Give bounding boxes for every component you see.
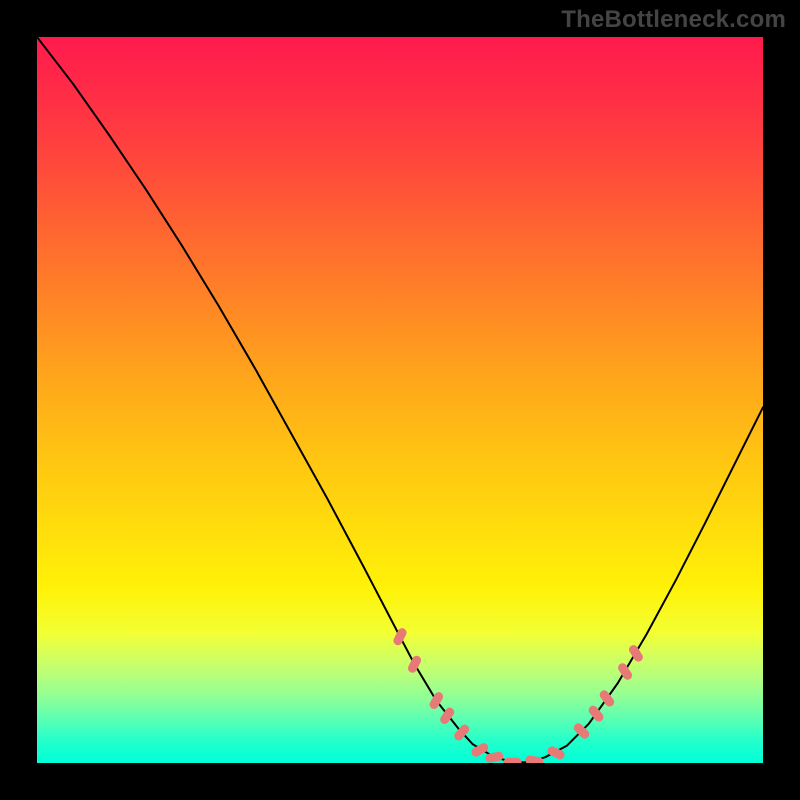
series-curve: [37, 37, 763, 763]
marker-group: [392, 627, 645, 763]
watermark-text: TheBottleneck.com: [561, 6, 786, 34]
plot-area: [37, 37, 763, 763]
chart-stage: TheBottleneck.com: [0, 0, 800, 800]
curve-layer: [37, 37, 763, 763]
marker-pill: [392, 627, 408, 647]
marker-pill: [525, 755, 544, 763]
marker-pill: [406, 654, 422, 674]
marker-pill: [627, 643, 644, 663]
marker-pill: [598, 688, 616, 708]
marker-pill: [504, 758, 522, 763]
marker-pill: [587, 704, 605, 724]
marker-pill: [616, 662, 634, 682]
